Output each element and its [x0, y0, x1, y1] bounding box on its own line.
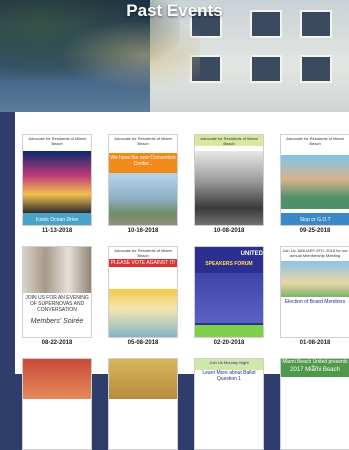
- event-poster[interactable]: JOIN US FOR AN EVENING OF SUPERNOVAS AND…: [22, 246, 92, 338]
- event-poster[interactable]: Advocate for Residents of Miami Beach Ic…: [22, 134, 92, 226]
- poster-caption: Election of Board Members: [284, 299, 346, 305]
- poster-header: Advocate for Residents of Miami Beach: [114, 136, 172, 146]
- poster-caption: 2017 Miami Beach: [281, 367, 349, 377]
- event-poster[interactable]: Advocate for Residents of Miami Beach St…: [280, 134, 349, 226]
- event-poster[interactable]: Advocate for Residents of Miami Beach We…: [108, 134, 178, 226]
- window: [250, 55, 282, 83]
- poster-image: [281, 155, 349, 209]
- poster-image: [281, 261, 349, 297]
- poster-image: [23, 359, 91, 399]
- event-poster[interactable]: Advocate for Residents of Miami Beach PL…: [108, 246, 178, 338]
- event-date: 10-08-2018: [213, 228, 245, 234]
- event-date: 09-25-2018: [299, 228, 331, 234]
- poster-footer: [195, 325, 263, 337]
- poster-image: [195, 151, 263, 225]
- event-poster[interactable]: Advocate for Residents of Miami Beach: [194, 134, 264, 226]
- poster-header: Advocate for Residents of Miami Beach: [28, 136, 86, 146]
- poster-body: [195, 273, 263, 323]
- event-date: 01-08-2018: [299, 340, 331, 346]
- events-panel: Advocate for Residents of Miami Beach Ic…: [15, 112, 349, 450]
- poster-header: Advocate for Residents of Miami Beach: [195, 135, 263, 146]
- poster-caption: We have the new Convention Center...: [109, 153, 177, 173]
- poster-caption: Stop or G.O.?: [281, 213, 349, 225]
- poster-header: Join Us JANUARY 8TH, 2018 for our annual…: [282, 248, 348, 258]
- poster-caption: Join Us Monday Night: [195, 359, 263, 370]
- poster-caption: Iconic Ocean Drive: [23, 213, 91, 225]
- poster-image: [23, 247, 91, 293]
- event-date: 08-22-2018: [41, 340, 73, 346]
- poster-header: Advocate for Residents of Miami Beach: [286, 136, 344, 146]
- event-poster[interactable]: Miami Beach United presents the 2017 Mia…: [280, 358, 349, 450]
- event-poster[interactable]: Join Us JANUARY 8TH, 2018 for our annual…: [280, 246, 349, 338]
- event-date: 11-13-2018: [41, 228, 73, 234]
- poster-header: JOIN US FOR AN EVENING OF SUPERNOVAS AND…: [25, 295, 89, 313]
- page-title: Past Events: [126, 1, 223, 20]
- poster-image: [109, 359, 177, 399]
- poster-image: [109, 289, 177, 337]
- event-date: 10-16-2018: [127, 228, 159, 234]
- poster-header: Miami Beach United presents the: [281, 359, 349, 371]
- event-poster[interactable]: [22, 358, 92, 450]
- poster-image: [23, 151, 91, 213]
- poster-caption: Members' Soirée: [30, 318, 84, 325]
- event-date: 02-20-2018: [213, 340, 245, 346]
- palm-highlight: [60, 20, 200, 90]
- poster-caption: PLEASE VOTE AGAINST IT!: [109, 259, 177, 267]
- event-poster[interactable]: [108, 358, 178, 450]
- event-date: 05-08-2018: [127, 340, 159, 346]
- event-poster[interactable]: UNITED SPEAKERS FORUM: [194, 246, 264, 338]
- hero-banner: Past Events: [0, 0, 349, 112]
- event-poster[interactable]: Join Us Monday Night Learn More about Ba…: [194, 358, 264, 450]
- poster-caption: SPEAKERS FORUM: [205, 261, 253, 267]
- window: [300, 55, 332, 83]
- poster-header: UNITED: [240, 251, 263, 257]
- poster-header: Advocate for Residents of Miami Beach: [114, 248, 172, 258]
- poster-header: Learn More about Ballot Question 1: [202, 370, 256, 382]
- poster-image: [109, 173, 177, 225]
